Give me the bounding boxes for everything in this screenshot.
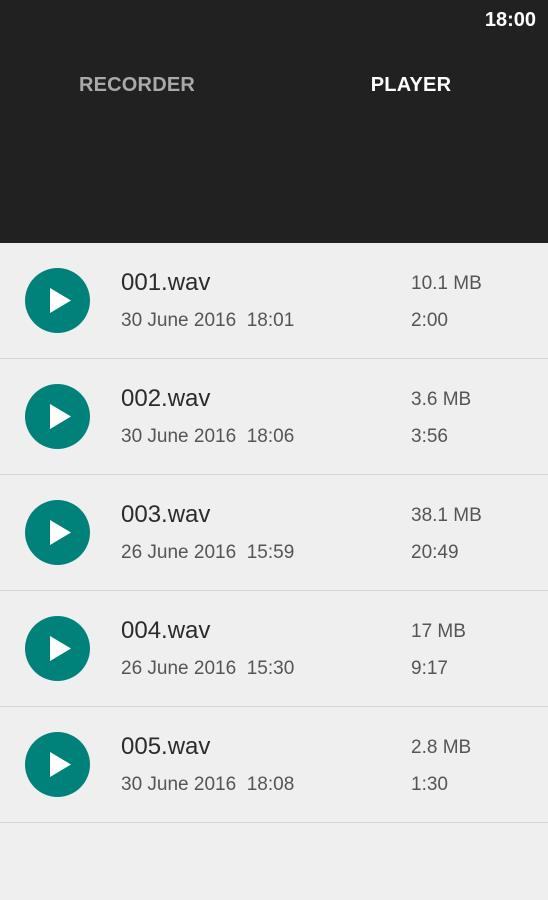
file-size: 2.8 MB — [411, 737, 472, 758]
file-date: 30 June 2016 18:06 — [121, 426, 295, 447]
file-duration: 20:49 — [411, 542, 459, 563]
play-icon — [50, 288, 71, 313]
file-date: 26 June 2016 15:59 — [121, 542, 295, 563]
list-item[interactable]: 002.wav 30 June 2016 18:06 3.6 MB 3:56 — [0, 359, 548, 475]
file-date: 30 June 2016 18:01 — [121, 310, 295, 331]
file-duration: 2:00 — [411, 310, 448, 331]
file-name: 003.wav — [121, 501, 211, 528]
file-name: 002.wav — [121, 385, 211, 412]
file-size: 3.6 MB — [411, 389, 472, 410]
list-item[interactable]: 004.wav 26 June 2016 15:30 17 MB 9:17 — [0, 591, 548, 707]
file-date: 26 June 2016 15:30 — [121, 658, 295, 679]
file-size: 38.1 MB — [411, 505, 482, 526]
play-button[interactable] — [25, 384, 90, 449]
play-button[interactable] — [25, 732, 90, 797]
tab-player[interactable]: PLAYER — [274, 40, 548, 130]
list-item[interactable]: 001.wav 30 June 2016 18:01 10.1 MB 2:00 — [0, 243, 548, 359]
list-item[interactable]: 005.wav 30 June 2016 18:08 2.8 MB 1:30 — [0, 707, 548, 823]
play-icon — [50, 752, 71, 777]
file-date: 30 June 2016 18:08 — [121, 774, 295, 795]
file-name: 005.wav — [121, 733, 211, 760]
file-duration: 1:30 — [411, 774, 448, 795]
status-time: 18:00 — [484, 9, 536, 31]
tab-bar: RECORDER PLAYER — [0, 40, 548, 243]
file-size: 10.1 MB — [411, 273, 482, 294]
play-icon — [50, 636, 71, 661]
file-size: 17 MB — [411, 621, 466, 642]
status-bar: 18:00 — [0, 0, 548, 40]
file-name: 001.wav — [121, 269, 211, 296]
list-item[interactable]: 003.wav 26 June 2016 15:59 38.1 MB 20:49 — [0, 475, 548, 591]
play-button[interactable] — [25, 616, 90, 681]
file-duration: 3:56 — [411, 426, 448, 447]
tab-recorder[interactable]: RECORDER — [0, 40, 274, 130]
play-icon — [50, 520, 71, 545]
file-name: 004.wav — [121, 617, 211, 644]
play-button[interactable] — [25, 268, 90, 333]
play-icon — [50, 404, 71, 429]
file-duration: 9:17 — [411, 658, 448, 679]
recordings-list: 001.wav 30 June 2016 18:01 10.1 MB 2:00 … — [0, 243, 548, 823]
play-button[interactable] — [25, 500, 90, 565]
